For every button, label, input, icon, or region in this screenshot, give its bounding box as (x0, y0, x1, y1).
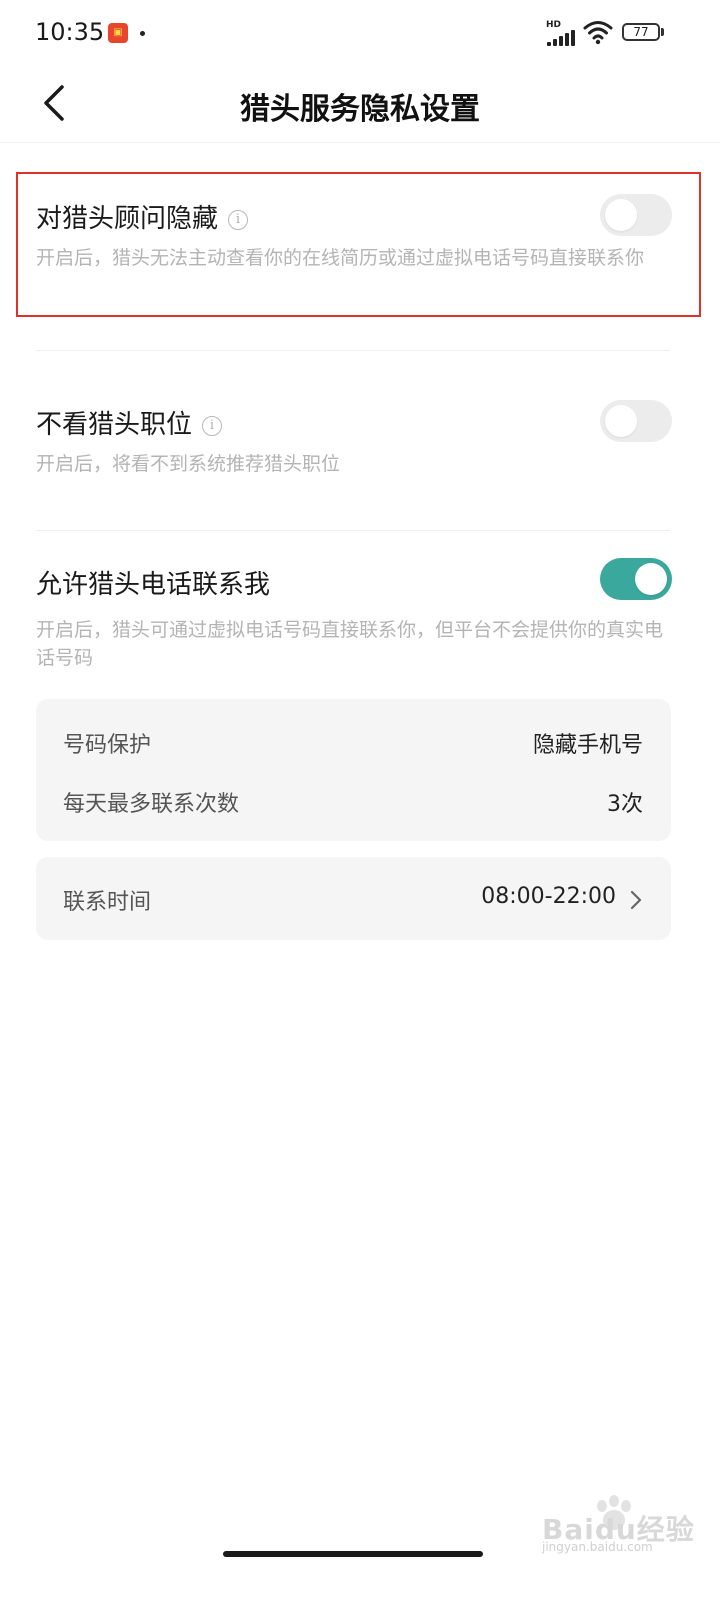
info-icon[interactable]: i (228, 209, 249, 230)
hide-from-headhunters-toggle[interactable] (600, 194, 672, 236)
baidu-watermark: Baidu经验 jingyan.baidu.com (542, 1494, 702, 1554)
notification-dot-icon (140, 31, 145, 36)
row-label: 联系时间 (63, 890, 152, 915)
section-divider (36, 350, 670, 351)
setting-title-row: 不看猎头职位 i (36, 404, 223, 441)
setting-hide-headhunter-jobs: 不看猎头职位 i 开启后，将看不到系统推荐猎头职位 (36, 398, 672, 498)
setting-allow-phone-contact: 允许猎头电话联系我 开启后，猎头可通过虚拟电话号码直接联系你，但平台不会提供你的… (36, 558, 672, 678)
row-label: 号码保护 (63, 733, 152, 758)
hide-headhunter-jobs-toggle[interactable] (600, 400, 672, 442)
toggle-knob (605, 405, 637, 437)
app-notification-icon: ▣ (108, 23, 128, 43)
hd-label: HD (546, 20, 562, 30)
phone-protection-card: 号码保护 隐藏手机号 每天最多联系次数 3次 (36, 699, 671, 841)
row-value: 隐藏手机号 (532, 733, 643, 758)
header-divider (0, 142, 720, 143)
row-label: 每天最多联系次数 (63, 792, 240, 817)
setting-description: 开启后，将看不到系统推荐猎头职位 (36, 453, 341, 475)
setting-description: 开启后，猎头可通过虚拟电话号码直接联系你，但平台不会提供你的真实电话号码 (36, 619, 664, 669)
home-indicator[interactable] (223, 1551, 483, 1557)
battery-cap (661, 28, 664, 36)
setting-title-row: 对猎头顾问隐藏 i (36, 198, 249, 235)
section-divider (36, 530, 670, 531)
watermark-url: jingyan.baidu.com (542, 1540, 653, 1554)
setting-hide-from-headhunters: 对猎头顾问隐藏 i 开启后，猎头无法主动查看你的在线简历或通过虚拟电话号码直接联系… (36, 190, 672, 310)
toggle-knob (635, 563, 667, 595)
setting-title: 允许猎头电话联系我 (36, 570, 271, 600)
status-time: 10:35 (35, 18, 105, 46)
number-protection-row: 号码保护 隐藏手机号 (63, 727, 643, 761)
toggle-knob (605, 199, 637, 231)
row-value: 08:00-22:00 (481, 884, 616, 909)
battery-icon: 77 (622, 23, 660, 41)
setting-description: 开启后，猎头无法主动查看你的在线简历或通过虚拟电话号码直接联系你 (36, 247, 645, 269)
page-title: 猎头服务隐私设置 (240, 92, 480, 127)
wifi-icon (583, 21, 613, 45)
allow-phone-contact-toggle[interactable] (600, 558, 672, 600)
row-value: 3次 (607, 792, 643, 817)
daily-contact-limit-row: 每天最多联系次数 3次 (63, 786, 643, 820)
info-icon[interactable]: i (202, 415, 223, 436)
setting-title: 对猎头顾问隐藏 (36, 204, 219, 234)
setting-title: 不看猎头职位 (36, 410, 193, 440)
contact-time-card[interactable]: 联系时间 08:00-22:00 (36, 857, 671, 940)
contact-time-row[interactable]: 联系时间 08:00-22:00 (63, 884, 643, 918)
cellular-signal-icon (547, 30, 577, 46)
status-bar: 10:35 ▣ HD 77 (0, 0, 720, 64)
chevron-right-icon (630, 890, 642, 910)
nav-bar: 猎头服务隐私设置 (0, 64, 720, 142)
